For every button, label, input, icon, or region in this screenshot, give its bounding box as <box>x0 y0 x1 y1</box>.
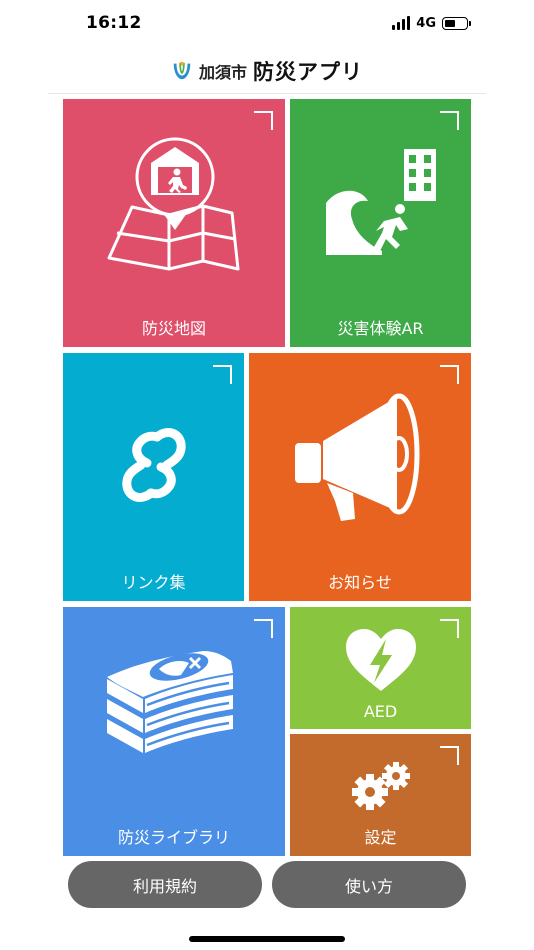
megaphone-icon <box>295 393 420 521</box>
tile-label: 防災地図 <box>141 319 206 338</box>
tsunami-escape-icon <box>326 149 436 255</box>
tile-aed[interactable]: AED <box>290 607 471 729</box>
chain-link-icon <box>122 428 186 502</box>
city-name: 加須市 <box>198 63 247 82</box>
tile-label: 災害体験AR <box>337 319 424 338</box>
tile-news[interactable]: お知らせ <box>249 353 471 601</box>
tile-label: リンク集 <box>121 573 186 592</box>
corner-mark-icon <box>440 619 459 638</box>
tile-label: 設定 <box>364 828 397 847</box>
tile-settings[interactable]: 設定 <box>290 734 471 856</box>
corner-mark-icon <box>440 365 459 384</box>
signal-icon <box>392 16 411 30</box>
aed-heart-icon <box>346 629 416 691</box>
tile-label: AED <box>363 702 398 721</box>
tile-label: 防災ライブラリ <box>117 828 230 847</box>
tile-library[interactable]: 防災ライブラリ <box>63 607 285 856</box>
city-emblem-icon <box>173 61 191 80</box>
app-title: 防災アプリ <box>253 60 363 84</box>
corner-mark-icon <box>440 746 459 765</box>
home-indicator[interactable] <box>189 936 345 942</box>
app-header: 加須市 防災アプリ <box>0 48 534 94</box>
tile-disaster-map[interactable]: 防災地図 <box>63 99 285 347</box>
status-indicators: 4G <box>392 13 471 33</box>
tile-disaster-ar[interactable]: 災害体験AR <box>290 99 471 347</box>
how-to-use-button[interactable]: 使い方 <box>272 861 466 908</box>
battery-icon <box>442 16 471 30</box>
terms-button[interactable]: 利用規約 <box>68 861 262 908</box>
corner-mark-icon <box>254 111 273 130</box>
tile-links[interactable]: リンク集 <box>63 353 244 601</box>
gears-icon <box>352 762 410 810</box>
network-type: 4G <box>416 15 436 31</box>
evacuation-map-icon <box>107 137 240 271</box>
header-divider <box>48 93 486 94</box>
status-bar: 16:12 4G <box>0 0 534 48</box>
book-stack-icon <box>107 651 233 756</box>
status-time: 16:12 <box>86 13 142 33</box>
corner-mark-icon <box>440 111 459 130</box>
corner-mark-icon <box>213 365 232 384</box>
corner-mark-icon <box>254 619 273 638</box>
tile-label: お知らせ <box>328 573 392 592</box>
